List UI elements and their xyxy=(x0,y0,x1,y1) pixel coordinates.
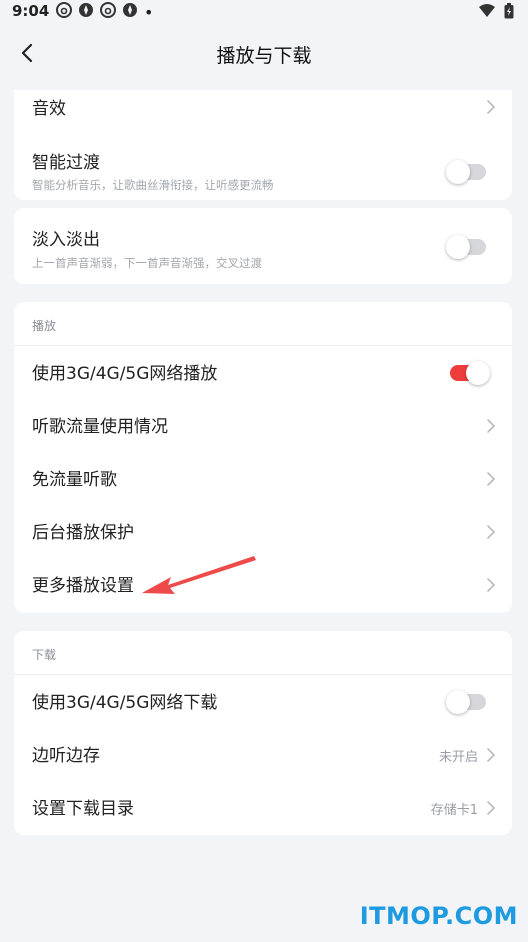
row-label: 淡入淡出 xyxy=(32,230,100,250)
playback-card: 播放 使用3G/4G/5G网络播放 听歌流量使用情况 免流量听歌 后台播放保护 … xyxy=(14,302,512,613)
mobile-network-play-toggle[interactable] xyxy=(450,361,490,385)
battery-icon xyxy=(504,3,514,23)
section-header: 下载 xyxy=(14,631,512,675)
chevron-right-icon xyxy=(487,419,496,433)
chevron-right-icon xyxy=(487,472,496,486)
row-listen-and-save[interactable]: 边听边存 未开启 xyxy=(14,728,512,781)
row-data-usage[interactable]: 听歌流量使用情况 xyxy=(14,399,512,452)
row-label: 音效 xyxy=(32,99,66,119)
row-label: 后台播放保护 xyxy=(32,523,134,543)
row-label: 使用3G/4G/5G网络播放 xyxy=(32,364,218,384)
chevron-right-icon xyxy=(487,578,496,592)
row-background-protection[interactable]: 后台播放保护 xyxy=(14,505,512,558)
smart-transition-toggle[interactable] xyxy=(446,160,486,184)
annotation-arrow xyxy=(142,556,256,594)
section-header: 播放 xyxy=(14,302,512,346)
row-label: 边听边存 xyxy=(32,746,100,766)
page-title: 播放与下载 xyxy=(216,45,312,67)
row-mobile-network-play[interactable]: 使用3G/4G/5G网络播放 xyxy=(14,346,512,399)
effects-card: 音效 智能过渡 智能分析音乐，让歌曲丝滑衔接，让听感更流畅 xyxy=(14,90,512,200)
row-label: 设置下载目录 xyxy=(32,799,134,819)
section-title: 下载 xyxy=(32,648,57,662)
row-label: 更多播放设置 xyxy=(32,576,134,596)
more-notifications-icon: • xyxy=(144,2,154,22)
row-smart-transition[interactable]: 智能过渡 智能分析音乐，让歌曲丝滑衔接，让听感更流畅 xyxy=(14,134,512,200)
chevron-right-icon xyxy=(487,100,496,114)
row-subtitle: 智能分析音乐，让歌曲丝滑衔接，让听感更流畅 xyxy=(32,178,274,192)
row-value: 未开启 xyxy=(438,750,478,765)
download-card: 下载 使用3G/4G/5G网络下载 边听边存 未开启 设置下载目录 存储卡1 xyxy=(14,631,512,835)
section-title: 播放 xyxy=(32,319,57,333)
row-free-data[interactable]: 免流量听歌 xyxy=(14,452,512,505)
mobile-network-download-toggle[interactable] xyxy=(446,690,486,714)
fade-in-out-toggle[interactable] xyxy=(446,235,486,259)
status-bar: 9:04 • xyxy=(0,0,528,24)
nav-bar: 播放与下载 xyxy=(0,24,528,82)
chevron-right-icon xyxy=(487,748,496,762)
row-download-directory[interactable]: 设置下载目录 存储卡1 xyxy=(14,781,512,834)
row-fade-in-out[interactable]: 淡入淡出 上一首声音渐弱，下一首声音渐强，交叉过渡 xyxy=(14,208,512,284)
wifi-icon xyxy=(478,4,496,22)
netease-music-icon xyxy=(100,2,116,23)
watermark: ITMOP.COM xyxy=(359,902,518,930)
netease-music-icon xyxy=(56,2,72,23)
chevron-right-icon xyxy=(487,801,496,815)
row-mobile-network-download[interactable]: 使用3G/4G/5G网络下载 xyxy=(14,675,512,728)
system-icons xyxy=(478,3,514,23)
row-more-playback-settings[interactable]: 更多播放设置 xyxy=(14,558,512,611)
app-icon xyxy=(78,2,94,23)
row-subtitle: 上一首声音渐弱，下一首声音渐强，交叉过渡 xyxy=(32,256,262,270)
row-label: 听歌流量使用情况 xyxy=(32,417,168,437)
notification-icons: • xyxy=(56,2,153,23)
app-icon xyxy=(122,2,138,23)
row-value: 存储卡1 xyxy=(430,803,478,818)
row-label: 使用3G/4G/5G网络下载 xyxy=(32,693,218,713)
status-time: 9:04 xyxy=(12,2,50,20)
chevron-right-icon xyxy=(487,525,496,539)
row-label: 免流量听歌 xyxy=(32,470,117,490)
row-label: 智能过渡 xyxy=(32,153,100,173)
fade-card: 淡入淡出 上一首声音渐弱，下一首声音渐强，交叉过渡 xyxy=(14,208,512,284)
